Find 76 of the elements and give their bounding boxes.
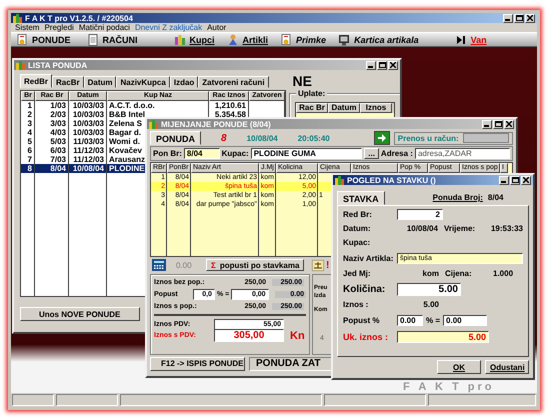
field-label: Cijena:	[445, 269, 473, 278]
field-label: Ponuda Broj:	[432, 193, 483, 202]
field-label: Datum:	[343, 224, 372, 233]
table-cell: Womi d.	[109, 137, 140, 146]
status-text: NE	[292, 72, 312, 88]
logo-text: F A K T pro	[403, 381, 494, 393]
discount-amount: 0.00	[176, 260, 193, 270]
table-cell: Kovačev	[109, 146, 142, 155]
table-cell: 10/08/04	[72, 164, 104, 173]
field-value: 5.00	[422, 300, 439, 309]
table-cell: 10/03/03	[72, 110, 104, 119]
table-cell: 5/03	[50, 137, 66, 146]
table-cell: 5,354.58	[214, 110, 246, 119]
table-cell: 1	[28, 101, 32, 110]
field-label: Vrijeme:	[444, 224, 476, 233]
alert-text: !	[326, 260, 330, 270]
field-label: Red Br:	[343, 210, 373, 219]
table-cell: 8	[28, 164, 32, 173]
table-cell: B&B Intel	[109, 110, 145, 119]
status-text: PONUDA ZAT	[256, 358, 320, 369]
column-header: Rac Br	[296, 103, 328, 113]
table-cell: 4	[28, 128, 32, 137]
currency-text: Kn	[290, 330, 305, 342]
table-cell: 10/03/03	[72, 101, 104, 110]
table-cell: 11/12/03	[73, 146, 104, 155]
table-cell: 6/03	[50, 146, 66, 155]
window-title: MIJENJANJE PONUDE (8/04)	[161, 120, 272, 128]
table-cell: 10/03/03	[72, 128, 104, 137]
field-label: Adresa :	[380, 149, 413, 158]
window-title: F A K T pro V1.2.5. / #220504	[25, 14, 134, 22]
field-label: Iznos :	[343, 300, 370, 309]
table-cell: Bagar d.	[109, 128, 142, 137]
table-cell: 1,210.61	[214, 101, 246, 110]
field-value: 1.000	[493, 269, 514, 278]
field-label: Količina:	[343, 284, 386, 294]
window-title: POGLED NA STAVKU ()	[347, 176, 437, 184]
time-text: 20:05:40	[298, 134, 330, 142]
column-header: Iznos	[360, 103, 392, 113]
table-cell: 11/12/03	[73, 155, 104, 164]
table-cell: Arausanz	[109, 155, 146, 164]
table-cell: 3/03	[50, 119, 66, 128]
field-value: 19:53:33	[490, 224, 523, 233]
table-cell: 5	[28, 137, 32, 146]
table-cell: 2/03	[50, 110, 66, 119]
field-label: Jed Mj:	[343, 269, 372, 278]
field-label: Popust %	[343, 316, 380, 324]
offer-number: 8	[221, 132, 227, 144]
field-label: Pon Br:	[153, 149, 182, 158]
field-value: kom	[422, 269, 439, 278]
field-value: 8/04	[488, 193, 504, 202]
table-cell: 6	[28, 146, 32, 155]
column-header: Datum	[328, 103, 360, 113]
field-label: Naziv Artikla:	[343, 254, 394, 262]
table-cell: 3	[28, 119, 32, 128]
button-label: popusti po stavkama	[220, 260, 300, 270]
table-cell: 10/03/03	[72, 119, 104, 128]
window-title: LISTA PONUDA	[28, 60, 88, 70]
table-cell: Zelena S	[109, 119, 142, 128]
table-cell: A.C.T. d.o.o.	[109, 101, 155, 110]
date-text: 10/08/04	[246, 134, 278, 142]
table-cell: 7	[28, 155, 32, 164]
group-title: Uplate:	[296, 89, 328, 98]
field-label: Uk. iznos :	[343, 332, 390, 342]
field-label: Kupac:	[222, 149, 249, 158]
field-label: Kupac:	[343, 238, 372, 247]
table-cell: 7/03	[50, 155, 66, 164]
operator-text: % =	[426, 316, 440, 324]
transfer-label: Prenos u račun:	[398, 134, 459, 142]
sum-icon: Σ	[211, 260, 216, 270]
table-cell: 4/03	[50, 128, 66, 137]
table-cell: 1/03	[50, 101, 66, 110]
field-value: 10/08/04	[406, 224, 438, 233]
table-cell: 8/04	[50, 164, 66, 173]
table-cell: PLODINE	[109, 164, 145, 173]
table-cell: 2	[28, 110, 32, 119]
table-cell: 11/03/03	[73, 137, 104, 146]
